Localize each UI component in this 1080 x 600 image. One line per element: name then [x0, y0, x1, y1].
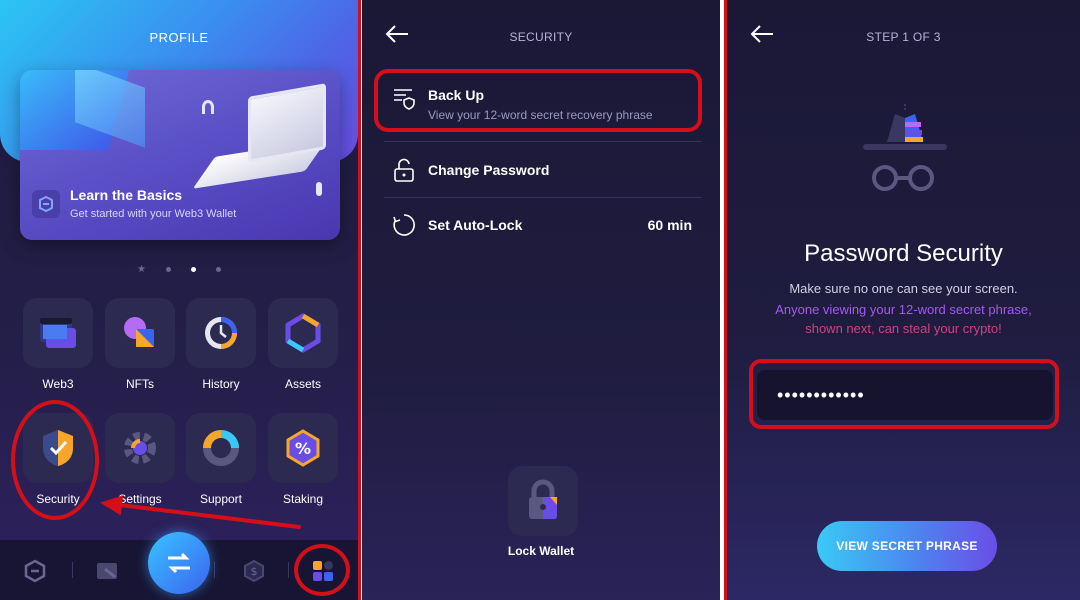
password-security-screen: STEP 1 OF 3 Password Security Make sure … [727, 0, 1080, 600]
nav-divider [288, 562, 289, 578]
page-title: PROFILE [149, 30, 209, 45]
tile-label: Assets [284, 377, 321, 391]
unlock-icon [392, 158, 416, 182]
step-indicator: STEP 1 OF 3 [866, 30, 941, 44]
tile-staking[interactable]: % Staking [267, 413, 339, 506]
view-secret-phrase-button[interactable]: VIEW SECRET PHRASE [817, 521, 997, 571]
carousel-dot-active[interactable] [190, 267, 196, 272]
card-subtitle: Get started with your Web3 Wallet [70, 208, 237, 220]
nft-shapes-icon [105, 298, 175, 368]
tile-label: Staking [282, 492, 324, 506]
decorative-shape [316, 182, 322, 196]
hexagon-assets-icon [268, 298, 338, 368]
lock-wallet-button[interactable] [508, 466, 578, 536]
learn-basics-card[interactable]: Learn the Basics Get started with your W… [20, 70, 340, 240]
carousel-dot[interactable] [215, 267, 221, 272]
wallet-logo-icon [32, 190, 60, 218]
browser-window-icon [23, 298, 93, 368]
security-screen: SECURITY Back Up View your 12-word secre… [362, 0, 720, 600]
clock-icon [186, 298, 256, 368]
tile-nfts[interactable]: NFTs [104, 298, 176, 391]
highlight-rect-backup [374, 69, 702, 132]
row-title: Set Auto-Lock [428, 217, 523, 233]
page-title: SECURITY [509, 30, 573, 44]
swap-button[interactable] [148, 532, 210, 594]
row-divider [384, 141, 702, 142]
tile-web3[interactable]: Web3 [22, 298, 94, 391]
laptop-illustration-icon [248, 83, 326, 163]
swap-icon [168, 552, 190, 574]
tile-label: Web3 [42, 377, 74, 391]
gear-icon [105, 413, 175, 483]
lifebuoy-icon [186, 413, 256, 483]
carousel-dot[interactable] [165, 267, 171, 272]
spy-incognito-icon [857, 100, 947, 200]
tile-history[interactable]: History [185, 298, 257, 391]
wallet-icon[interactable] [94, 558, 120, 584]
highlight-ellipse-apps [294, 544, 350, 596]
panel-divider [358, 0, 361, 600]
svg-text:$: $ [251, 565, 258, 578]
tile-settings[interactable]: Settings [104, 413, 176, 506]
tile-label: NFTs [126, 377, 154, 391]
page-title: Password Security [804, 240, 1003, 267]
profile-screen: PROFILE Learn the Basics Get started wit… [0, 0, 358, 600]
annotation-arrow-head [98, 492, 124, 516]
carousel-dots[interactable]: ★ [0, 264, 358, 275]
nav-divider [72, 562, 73, 578]
logo-icon[interactable] [22, 558, 48, 584]
highlight-ellipse-security [11, 400, 99, 520]
tile-label: Support [199, 492, 243, 506]
warning-text-2: Anyone viewing your 12-word secret phras… [775, 302, 1032, 317]
change-password-row[interactable]: Change Password [384, 158, 702, 184]
auto-lock-row[interactable]: Set Auto-Lock 60 min [384, 213, 702, 239]
lock-wallet-label: Lock Wallet [507, 544, 575, 558]
highlight-rect-password [749, 359, 1059, 429]
auto-lock-value: 60 min [647, 217, 692, 233]
tile-label: History [202, 377, 240, 391]
svg-text:%: % [295, 439, 311, 458]
decorative-shape [202, 100, 214, 114]
row-divider [384, 197, 702, 198]
tile-support[interactable]: Support [185, 413, 257, 506]
timer-icon [392, 213, 416, 237]
dollar-hexagon-icon[interactable]: $ [241, 558, 267, 584]
card-title: Learn the Basics [70, 187, 183, 203]
nav-divider [214, 562, 215, 578]
lock-icon [529, 479, 557, 519]
star-icon[interactable]: ★ [137, 264, 146, 275]
annotation-arrow [111, 502, 301, 530]
row-title: Change Password [428, 162, 550, 178]
percent-hexagon-icon: % [268, 413, 338, 483]
warning-text-1: Make sure no one can see your screen. [789, 281, 1018, 296]
tile-assets[interactable]: Assets [267, 298, 339, 391]
warning-text-3: shown next, can steal your crypto! [805, 321, 1002, 336]
